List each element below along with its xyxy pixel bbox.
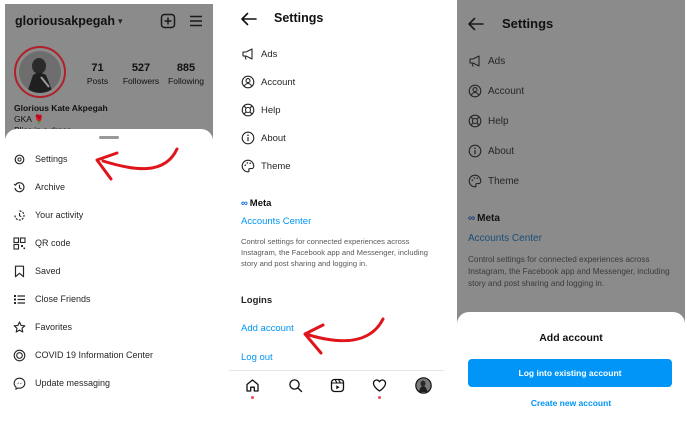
home-notification-dot bbox=[251, 396, 254, 399]
covid-info-icon bbox=[13, 349, 26, 362]
posts-stat[interactable]: 71 Posts bbox=[80, 62, 115, 86]
settings-item-theme[interactable]: Theme bbox=[468, 171, 519, 191]
logins-heading: Logins bbox=[241, 295, 273, 306]
username-text: gloriousakpegah bbox=[15, 14, 116, 28]
info-icon bbox=[468, 144, 482, 158]
meta-infinity-icon: ∞ bbox=[468, 213, 476, 224]
menu-item-covid-info[interactable]: COVID 19 Information Center bbox=[13, 345, 153, 365]
sheet-grabber[interactable] bbox=[99, 136, 119, 139]
hamburger-menu-icon[interactable] bbox=[188, 13, 204, 29]
help-lifebuoy-icon bbox=[241, 103, 255, 117]
settings-item-help[interactable]: Help bbox=[241, 100, 281, 120]
following-stat[interactable]: 885 Following bbox=[165, 62, 207, 86]
settings-item-about[interactable]: About bbox=[241, 128, 286, 148]
accounts-center-link[interactable]: Accounts Center bbox=[241, 216, 311, 227]
accounts-center-link[interactable]: Accounts Center bbox=[468, 233, 542, 244]
new-post-icon[interactable] bbox=[160, 13, 176, 29]
add-account-sheet: Add account Log into existing account Cr… bbox=[457, 312, 685, 429]
help-lifebuoy-icon bbox=[468, 114, 482, 128]
meta-description: Control settings for connected experienc… bbox=[468, 255, 670, 288]
meta-description: Control settings for connected experienc… bbox=[241, 237, 429, 268]
close-friends-list-icon bbox=[13, 293, 26, 306]
menu-item-archive[interactable]: Archive bbox=[13, 177, 65, 197]
profile-menu-sheet: Settings Archive Your activity QR code S… bbox=[5, 129, 213, 429]
settings-gear-icon bbox=[13, 153, 26, 166]
account-icon bbox=[241, 75, 255, 89]
account-icon bbox=[468, 84, 482, 98]
menu-item-settings[interactable]: Settings bbox=[13, 149, 68, 169]
settings-header: Settings bbox=[229, 0, 444, 38]
palette-icon bbox=[241, 159, 255, 173]
chevron-down-icon: ▾ bbox=[118, 15, 123, 26]
bookmark-icon bbox=[13, 265, 26, 278]
settings-panel: Settings Ads Account Help About Theme ∞ … bbox=[229, 0, 444, 429]
page-title: Settings bbox=[274, 11, 324, 25]
menu-item-saved[interactable]: Saved bbox=[13, 261, 61, 281]
settings-item-account[interactable]: Account bbox=[468, 81, 524, 101]
home-icon[interactable] bbox=[245, 378, 260, 393]
meta-logo: ∞ Meta bbox=[241, 198, 272, 209]
back-arrow-icon[interactable] bbox=[240, 12, 258, 26]
menu-item-favorites[interactable]: Favorites bbox=[13, 317, 72, 337]
info-icon bbox=[241, 131, 255, 145]
heart-icon[interactable] bbox=[372, 378, 387, 393]
search-icon[interactable] bbox=[288, 378, 303, 393]
menu-item-update-messaging[interactable]: Update messaging bbox=[13, 373, 110, 393]
create-new-account-link[interactable]: Create new account bbox=[457, 398, 685, 408]
add-account-panel: Settings Ads Account Help About Theme ∞ … bbox=[457, 0, 685, 429]
settings-item-ads[interactable]: Ads bbox=[241, 44, 277, 64]
page-title: Settings bbox=[502, 16, 554, 31]
settings-item-help[interactable]: Help bbox=[468, 111, 509, 131]
profile-username[interactable]: gloriousakpegah ▾ bbox=[15, 14, 123, 28]
settings-item-ads[interactable]: Ads bbox=[468, 51, 505, 71]
archive-clock-icon bbox=[13, 181, 26, 194]
profile-bio: GKA 🌹 bbox=[14, 114, 45, 124]
bottom-tab-bar bbox=[229, 370, 444, 400]
menu-item-qr-code[interactable]: QR code bbox=[13, 233, 71, 253]
add-account-link[interactable]: Add account bbox=[241, 323, 294, 334]
red-arrow-annotation-add-account bbox=[303, 317, 385, 355]
profile-header-dimmed: gloriousakpegah ▾ 71 Posts 527 Followers… bbox=[5, 4, 213, 144]
palette-icon bbox=[468, 174, 482, 188]
settings-item-account[interactable]: Account bbox=[241, 72, 295, 92]
megaphone-icon bbox=[241, 47, 255, 61]
activity-icon bbox=[13, 209, 26, 222]
menu-item-close-friends[interactable]: Close Friends bbox=[13, 289, 91, 309]
sheet-title: Add account bbox=[539, 332, 603, 344]
megaphone-icon bbox=[468, 54, 482, 68]
profile-menu-panel: gloriousakpegah ▾ 71 Posts 527 Followers… bbox=[0, 0, 218, 429]
followers-stat[interactable]: 527 Followers bbox=[120, 62, 162, 86]
qr-code-icon bbox=[13, 236, 26, 250]
meta-logo: ∞ Meta bbox=[468, 213, 500, 224]
messenger-icon bbox=[13, 377, 26, 390]
log-out-link[interactable]: Log out bbox=[241, 352, 273, 363]
star-icon bbox=[13, 320, 26, 334]
profile-full-name: Glorious Kate Akpegah bbox=[14, 103, 108, 113]
meta-infinity-icon: ∞ bbox=[241, 198, 248, 209]
log-into-existing-account-button[interactable]: Log into existing account bbox=[468, 359, 672, 387]
reels-icon[interactable] bbox=[330, 378, 345, 393]
activity-notification-dot bbox=[378, 396, 381, 399]
profile-avatar-icon[interactable] bbox=[415, 377, 432, 394]
settings-item-about[interactable]: About bbox=[468, 141, 514, 161]
menu-item-your-activity[interactable]: Your activity bbox=[13, 205, 83, 225]
profile-avatar[interactable] bbox=[14, 46, 66, 98]
back-arrow-icon[interactable] bbox=[467, 17, 485, 31]
settings-item-theme[interactable]: Theme bbox=[241, 156, 291, 176]
